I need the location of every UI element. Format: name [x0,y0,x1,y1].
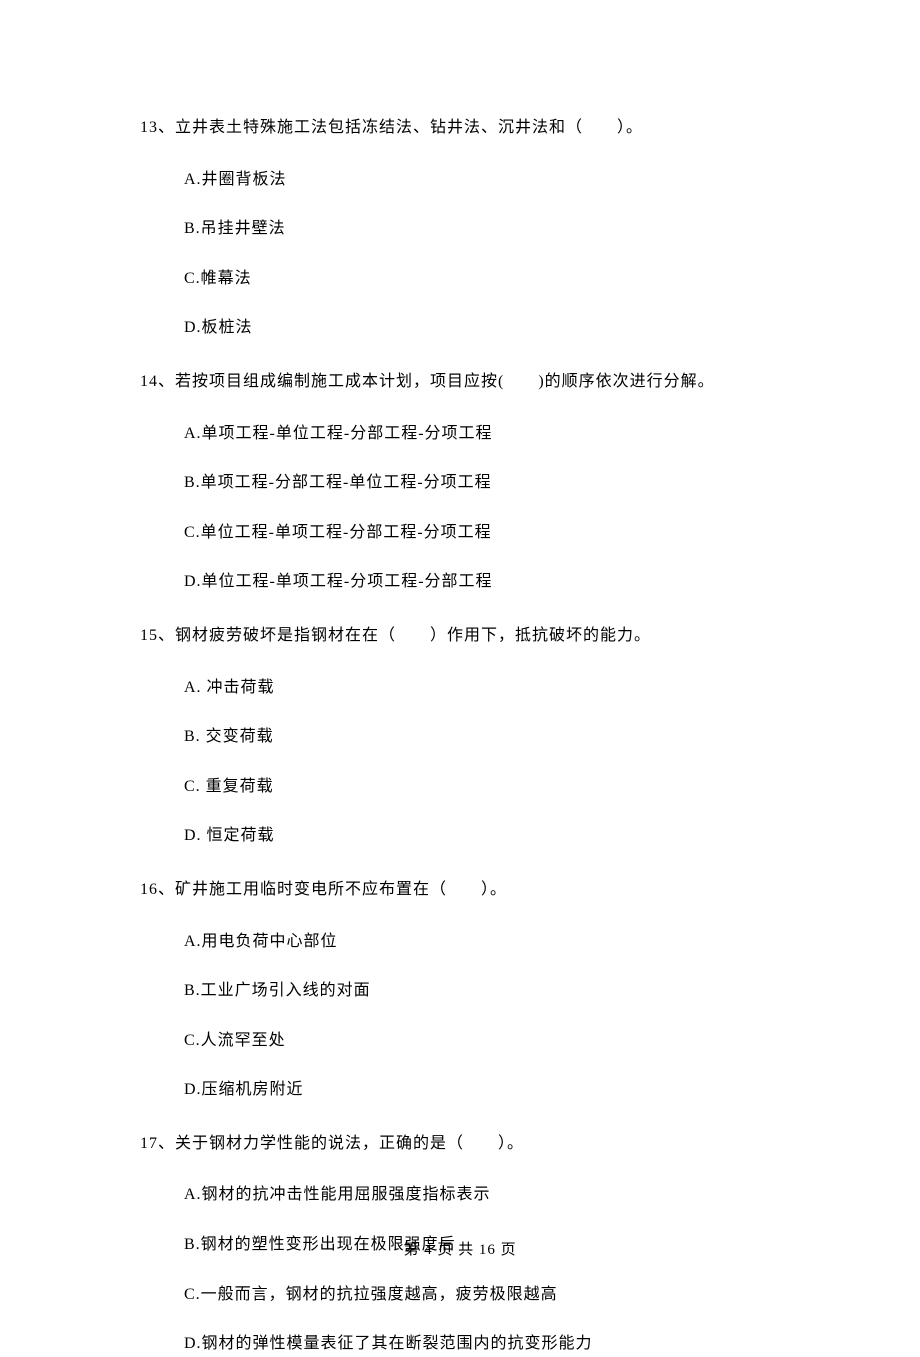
option-c: C.一般而言，钢材的抗拉强度越高，疲劳极限越高 [184,1282,780,1308]
question-number: 13、 [140,119,175,136]
option-d: D.单位工程-单项工程-分项工程-分部工程 [184,569,780,595]
question-15: 15、钢材疲劳破坏是指钢材在在（ ）作用下，抵抗破坏的能力。 A. 冲击荷载 B… [140,623,780,849]
option-c: C.人流罕至处 [184,1028,780,1054]
question-number: 17、 [140,1135,175,1152]
question-13: 13、立井表土特殊施工法包括冻结法、钻井法、沉井法和（ ）。 A.井圈背板法 B… [140,115,780,341]
question-14: 14、若按项目组成编制施工成本计划，项目应按( )的顺序依次进行分解。 A.单项… [140,369,780,595]
option-a: A.井圈背板法 [184,167,780,193]
option-c: C. 重复荷载 [184,774,780,800]
question-stem: 立井表土特殊施工法包括冻结法、钻井法、沉井法和（ ）。 [175,119,643,136]
option-d: D.钢材的弹性模量表征了其在断裂范围内的抗变形能力 [184,1331,780,1357]
option-d: D. 恒定荷载 [184,823,780,849]
question-number: 15、 [140,627,175,644]
question-stem: 矿井施工用临时变电所不应布置在（ ）。 [175,881,507,898]
option-b: B.单项工程-分部工程-单位工程-分项工程 [184,470,780,496]
option-b: B. 交变荷载 [184,724,780,750]
question-text: 14、若按项目组成编制施工成本计划，项目应按( )的顺序依次进行分解。 [140,369,780,395]
option-a: A.钢材的抗冲击性能用屈服强度指标表示 [184,1182,780,1208]
document-content: 13、立井表土特殊施工法包括冻结法、钻井法、沉井法和（ ）。 A.井圈背板法 B… [0,0,920,1357]
option-d: D.压缩机房附近 [184,1077,780,1103]
option-c: C.帷幕法 [184,266,780,292]
option-a: A.用电负荷中心部位 [184,929,780,955]
question-text: 13、立井表土特殊施工法包括冻结法、钻井法、沉井法和（ ）。 [140,115,780,141]
option-a: A. 冲击荷载 [184,675,780,701]
option-d: D.板桩法 [184,315,780,341]
question-text: 16、矿井施工用临时变电所不应布置在（ ）。 [140,877,780,903]
question-text: 15、钢材疲劳破坏是指钢材在在（ ）作用下，抵抗破坏的能力。 [140,623,780,649]
question-number: 14、 [140,373,175,390]
question-number: 16、 [140,881,175,898]
question-stem: 关于钢材力学性能的说法，正确的是（ ）。 [175,1135,524,1152]
option-c: C.单位工程-单项工程-分部工程-分项工程 [184,520,780,546]
question-stem: 钢材疲劳破坏是指钢材在在（ ）作用下，抵抗破坏的能力。 [175,627,651,644]
question-text: 17、关于钢材力学性能的说法，正确的是（ ）。 [140,1131,780,1157]
option-a: A.单项工程-单位工程-分部工程-分项工程 [184,421,780,447]
question-16: 16、矿井施工用临时变电所不应布置在（ ）。 A.用电负荷中心部位 B.工业广场… [140,877,780,1103]
question-stem: 若按项目组成编制施工成本计划，项目应按( )的顺序依次进行分解。 [175,373,715,390]
option-b: B.吊挂井壁法 [184,216,780,242]
option-b: B.工业广场引入线的对面 [184,978,780,1004]
page-footer: 第 4 页 共 16 页 [0,1238,920,1262]
